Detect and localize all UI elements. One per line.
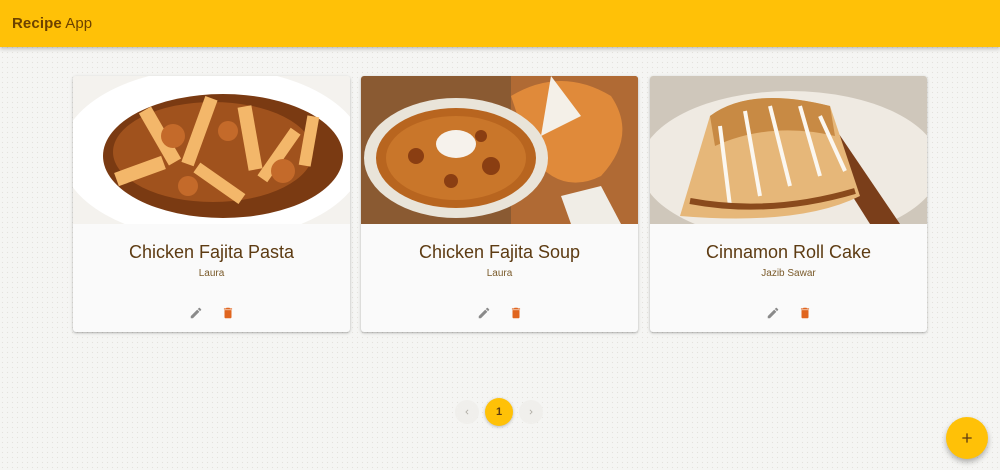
- recipe-title: Cinnamon Roll Cake: [705, 242, 872, 262]
- app-bar: Recipe App: [0, 0, 1000, 47]
- pencil-icon[interactable]: [187, 304, 205, 322]
- soup-photo: [361, 76, 638, 224]
- recipe-card[interactable]: Chicken Fajita Soup Laura: [361, 76, 638, 332]
- recipe-author: Laura: [198, 268, 225, 279]
- recipe-card[interactable]: Cinnamon Roll Cake Jazib Sawar: [650, 76, 927, 332]
- recipe-card[interactable]: Chicken Fajita Pasta Laura: [73, 76, 350, 332]
- pencil-icon[interactable]: [475, 304, 493, 322]
- pasta-photo: [73, 76, 350, 224]
- trash-icon[interactable]: [219, 304, 237, 322]
- recipe-author: Laura: [486, 268, 513, 279]
- app-title-bold: Recipe: [12, 15, 62, 32]
- pencil-icon[interactable]: [764, 304, 782, 322]
- recipe-author: Jazib Sawar: [761, 268, 816, 279]
- app-title: Recipe App: [12, 15, 92, 32]
- page-current[interactable]: 1: [485, 398, 513, 426]
- card-actions: [650, 304, 927, 322]
- recipe-title: Chicken Fajita Soup: [418, 242, 581, 262]
- chevron-left-icon[interactable]: [455, 400, 479, 424]
- card-actions: [73, 304, 350, 322]
- recipe-title: Chicken Fajita Pasta: [128, 242, 295, 262]
- cake-photo: [650, 76, 927, 224]
- add-recipe-button[interactable]: [946, 417, 988, 459]
- trash-icon[interactable]: [507, 304, 525, 322]
- plus-icon: [962, 433, 972, 443]
- trash-icon[interactable]: [796, 304, 814, 322]
- chevron-right-icon[interactable]: [519, 400, 543, 424]
- card-actions: [361, 304, 638, 322]
- pagination: 1: [455, 398, 543, 426]
- app-title-rest: App: [61, 15, 93, 32]
